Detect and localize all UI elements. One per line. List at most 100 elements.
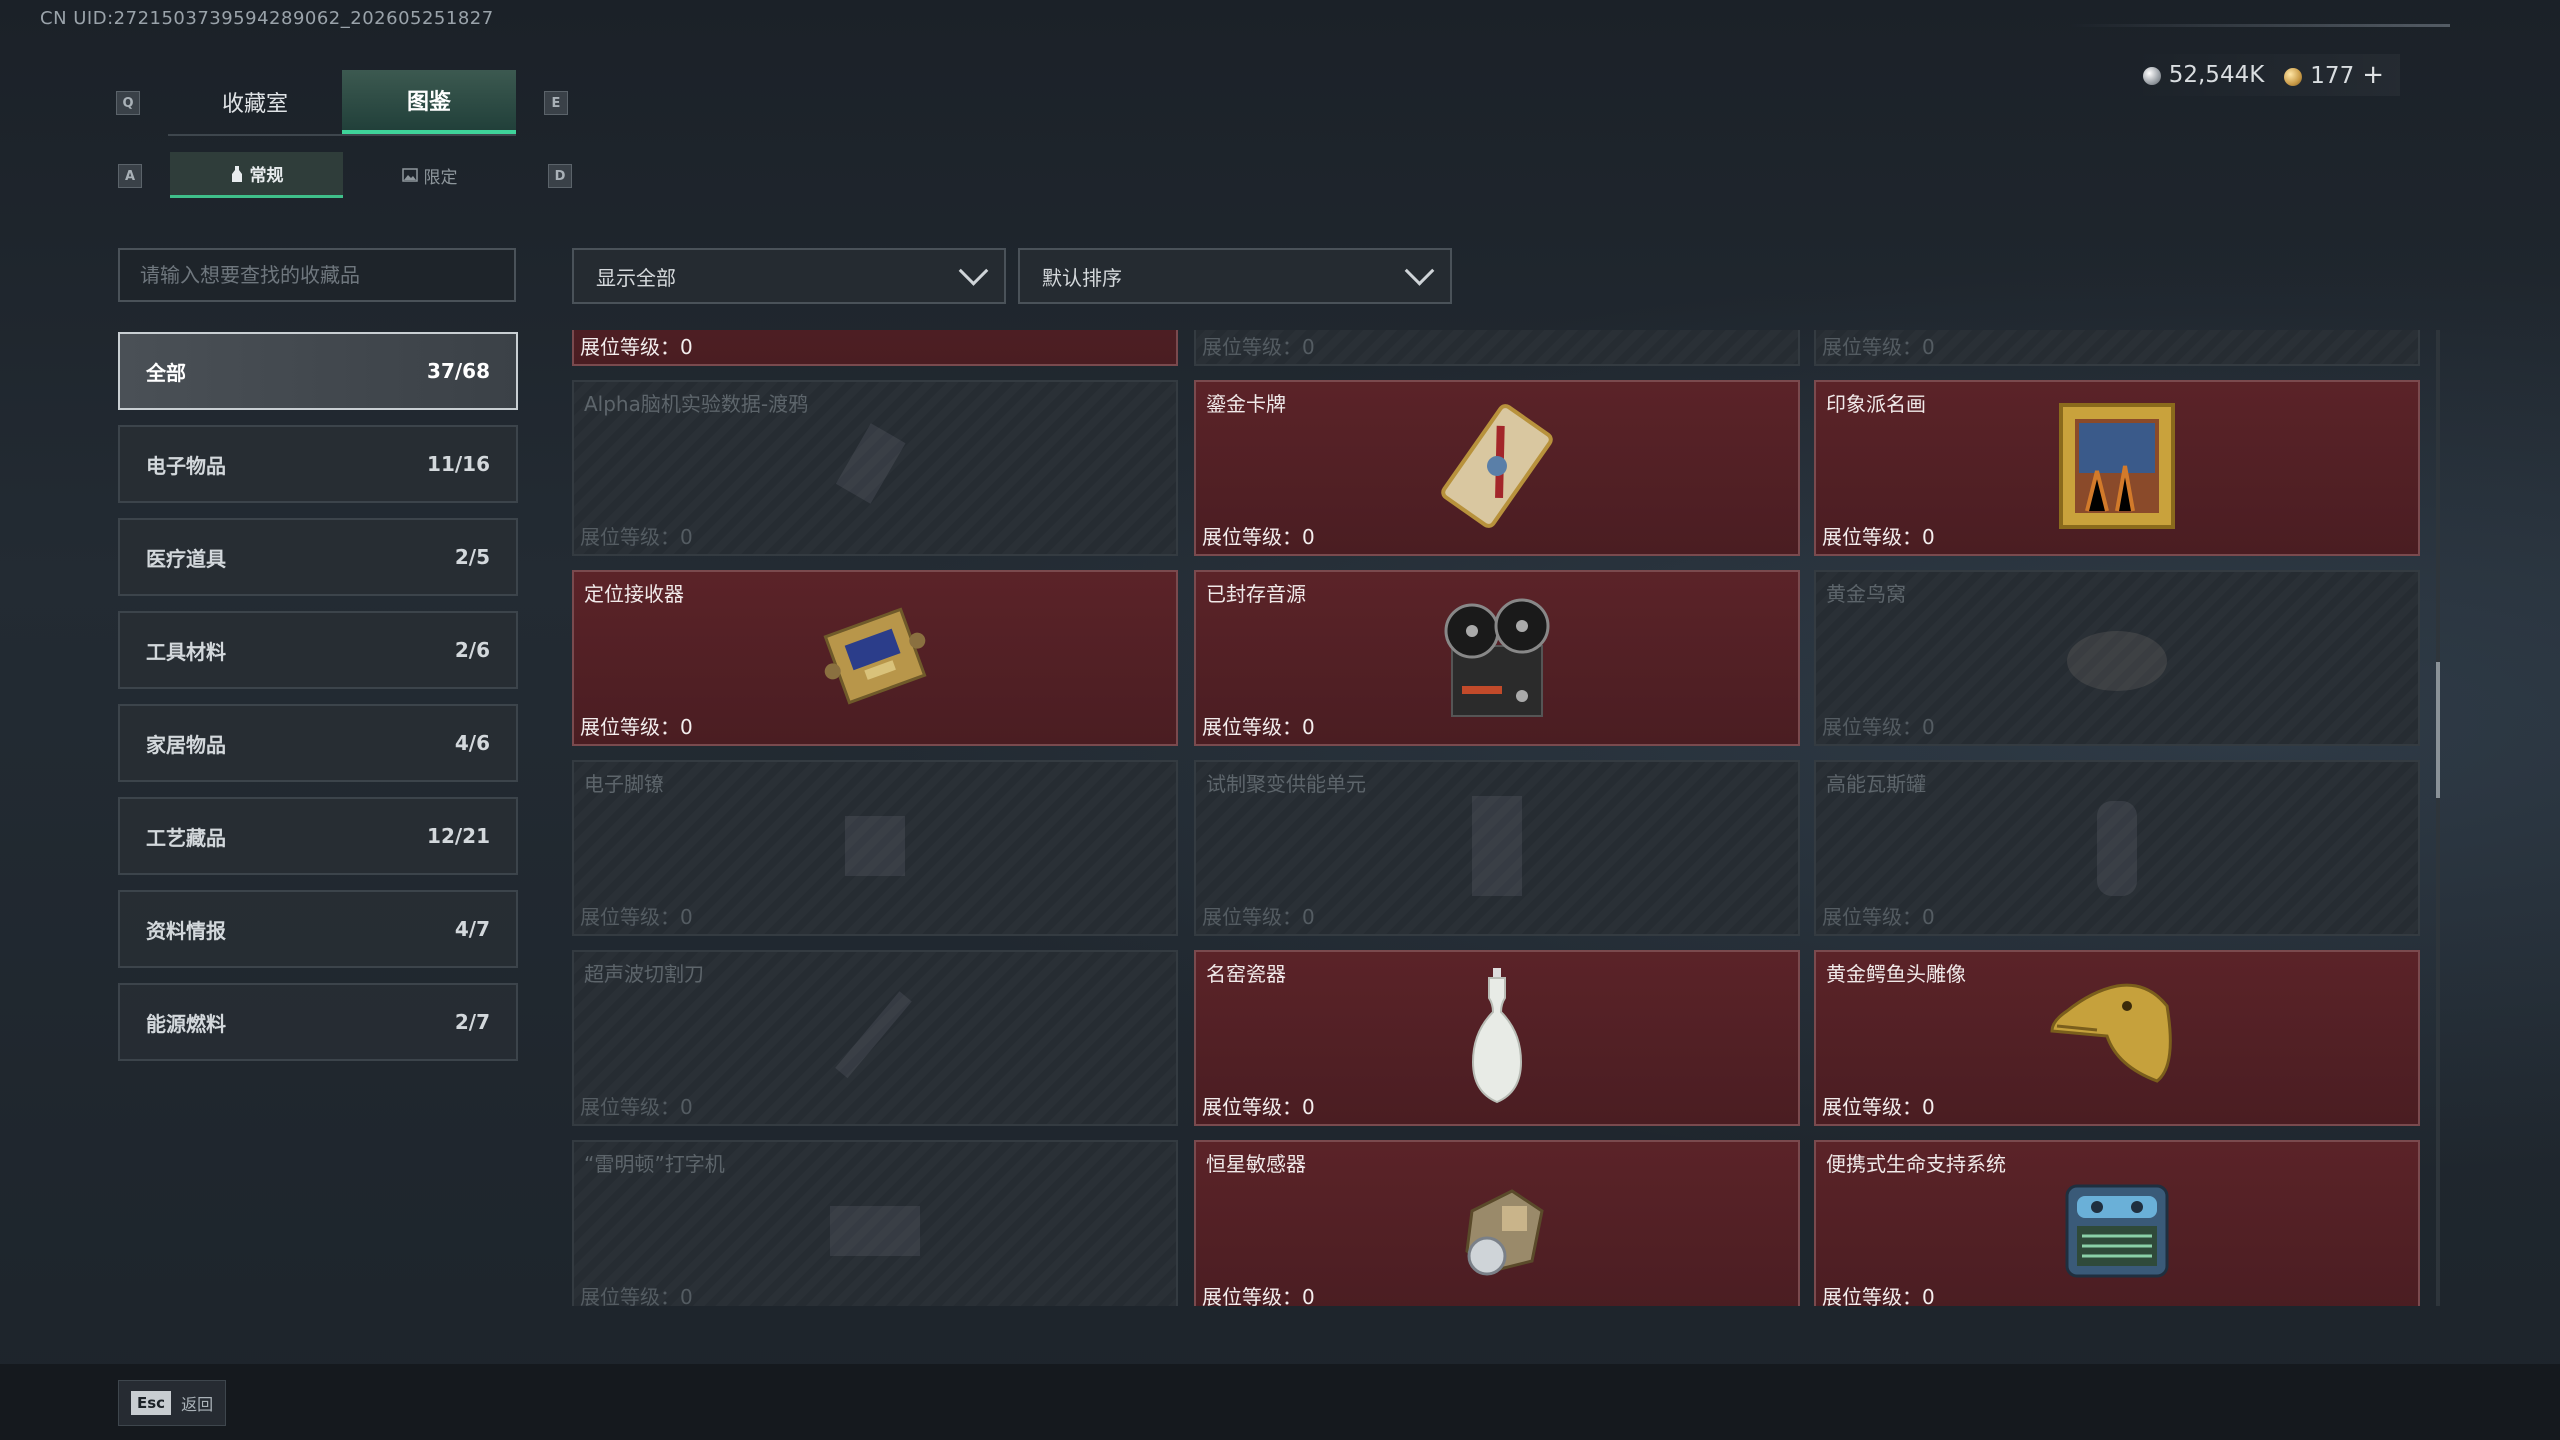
collectible-card[interactable]: 展位等级：0 — [1814, 330, 2420, 366]
booth-level: 展位等级：0 — [580, 335, 693, 359]
top-decoration — [2070, 24, 2450, 27]
collectible-card[interactable]: “雷明顿”打字机展位等级：0 — [572, 1140, 1178, 1306]
sort-selected: 默认排序 — [1042, 265, 1122, 290]
painting-icon — [2057, 401, 2177, 535]
sort-dropdown[interactable]: 默认排序 — [1018, 248, 1452, 304]
collectible-card[interactable]: 试制聚变供能单元展位等级：0 — [1194, 760, 1800, 936]
booth-level: 展位等级：0 — [1822, 1095, 1935, 1119]
booth-level: 展位等级：0 — [1202, 1095, 1315, 1119]
collectible-name: 已封存音源 — [1206, 582, 1306, 606]
booth-level: 展位等级：0 — [1822, 525, 1935, 549]
back-label: 返回 — [181, 1395, 214, 1414]
collectible-name: Alpha脑机实验数据-渡鸦 — [584, 392, 809, 416]
category-intel[interactable]: 资料情报 4/7 — [118, 890, 518, 968]
collectible-name: 超声波切割刀 — [584, 962, 704, 986]
collectible-card[interactable]: 定位接收器展位等级：0 — [572, 570, 1178, 746]
item-grid: 展位等级：0 展位等级：0 展位等级：0 Alpha脑机实验数据-渡鸦 展位等级：0 鎏金… — [572, 330, 2426, 1306]
croc-statue-icon — [2047, 976, 2187, 1100]
category-household[interactable]: 家居物品 4/6 — [118, 704, 518, 782]
collectible-name: 电子脚镣 — [584, 772, 664, 796]
data-drive-icon — [820, 411, 930, 525]
tab-collection-room[interactable]: 收藏室 — [168, 70, 342, 134]
subtab-regular[interactable]: 常规 — [170, 152, 343, 198]
esc-key-hint: Esc — [131, 1391, 172, 1415]
collectible-card[interactable]: Alpha脑机实验数据-渡鸦展位等级：0 — [572, 380, 1178, 556]
gold-currency: 177 + — [2284, 60, 2384, 90]
collectible-card[interactable]: 黄金鸟窝 展位等级：0 — [1814, 570, 2420, 746]
picture-icon — [401, 168, 418, 182]
booth-level: 展位等级：0 — [580, 1095, 693, 1119]
collectible-name: 定位接收器 — [584, 582, 684, 606]
booth-level: 展位等级：0 — [580, 715, 693, 739]
gas-canister-icon — [2062, 786, 2172, 910]
category-crafts[interactable]: 工艺藏品 12/21 — [118, 797, 518, 875]
collectible-card[interactable]: 名窑瓷器展位等级：0 — [1194, 950, 1800, 1126]
sub-tabs: 常规 限定 — [170, 152, 516, 198]
typewriter-icon — [815, 1176, 935, 1280]
category-electronics[interactable]: 电子物品 11/16 — [118, 425, 518, 503]
collectible-card[interactable]: 鎏金卡牌展位等级：0 — [1194, 380, 1800, 556]
collectible-name: 试制聚变供能单元 — [1206, 772, 1366, 796]
collectible-name: 鎏金卡牌 — [1206, 392, 1286, 416]
filter-dropdown[interactable]: 显示全部 — [572, 248, 1006, 304]
collectible-card[interactable]: 印象派名画展位等级：0 — [1814, 380, 2420, 556]
chevron-down-icon — [958, 255, 989, 286]
booth-level: 展位等级：0 — [1202, 525, 1315, 549]
silver-currency: 52,544K — [2142, 62, 2264, 88]
reel-recorder-icon — [1432, 591, 1562, 725]
bottle-icon — [231, 165, 242, 182]
category-energy[interactable]: 能源燃料 2/7 — [118, 983, 518, 1061]
category-tools[interactable]: 工具材料 2/6 — [118, 611, 518, 689]
collectible-card[interactable]: 高能瓦斯罐展位等级：0 — [1814, 760, 2420, 936]
collectible-card[interactable]: 恒星敏感器 展位等级：0 — [1194, 1140, 1800, 1306]
gold-coin-icon — [2284, 67, 2303, 86]
collectible-card[interactable]: 展位等级：0 — [572, 330, 1178, 366]
gilded-card-icon — [1427, 401, 1567, 535]
collectible-name: 名窑瓷器 — [1206, 962, 1286, 986]
tab-catalog[interactable]: 图鉴 — [342, 70, 516, 134]
booth-level: 展位等级：0 — [580, 1285, 693, 1306]
subtab-limited[interactable]: 限定 — [343, 152, 516, 198]
main-tabs: 收藏室 图鉴 — [168, 70, 516, 136]
key-hint-q: Q — [116, 91, 140, 115]
booth-level: 展位等级：0 — [1202, 335, 1315, 359]
back-button[interactable]: Esc 返回 — [118, 1380, 227, 1426]
key-hint-a: A — [118, 164, 142, 188]
booth-level: 展位等级：0 — [1202, 905, 1315, 929]
collectible-card[interactable]: 便携式生命支持系统 展位等级：0 — [1814, 1140, 2420, 1306]
star-sensor-icon — [1442, 1171, 1552, 1285]
key-hint-e: E — [544, 91, 568, 115]
booth-level: 展位等级：0 — [1202, 715, 1315, 739]
collectible-card[interactable]: 黄金鳄鱼头雕像展位等级：0 — [1814, 950, 2420, 1126]
collectible-card[interactable]: 展位等级：0 — [1194, 330, 1800, 366]
category-list: 全部 37/68 电子物品 11/16 医疗道具 2/5 工具材料 2/6 家居物品 4/… — [118, 332, 518, 1076]
search-input[interactable] — [138, 262, 496, 288]
silver-coin-icon — [2142, 66, 2161, 85]
collectible-name: “雷明顿”打字机 — [584, 1152, 725, 1176]
booth-level: 展位等级：0 — [1822, 715, 1935, 739]
booth-level: 展位等级：0 — [1202, 1285, 1315, 1306]
life-support-icon — [2052, 1166, 2182, 1290]
search-field[interactable] — [118, 248, 516, 302]
scrollbar-thumb[interactable] — [2436, 662, 2440, 798]
currency-bar: 52,544K 177 + — [2126, 54, 2400, 96]
collectible-name: 高能瓦斯罐 — [1826, 772, 1926, 796]
collectible-name: 黄金鳄鱼头雕像 — [1826, 962, 1966, 986]
collectible-name: 印象派名画 — [1826, 392, 1926, 416]
collectible-card[interactable]: 已封存音源展位等级：0 — [1194, 570, 1800, 746]
add-currency-button[interactable]: + — [2362, 60, 2384, 90]
category-all[interactable]: 全部 37/68 — [118, 332, 518, 410]
collectible-card[interactable]: 超声波切割刀展位等级：0 — [572, 950, 1178, 1126]
fusion-cell-icon — [1442, 786, 1552, 910]
booth-level: 展位等级：0 — [1822, 905, 1935, 929]
ultrasonic-knife-icon — [820, 981, 930, 1095]
collectible-name: 便携式生命支持系统 — [1826, 1152, 2006, 1176]
booth-level: 展位等级：0 — [580, 905, 693, 929]
booth-level: 展位等级：0 — [1822, 335, 1935, 359]
category-medical[interactable]: 医疗道具 2/5 — [118, 518, 518, 596]
grid-scrollbar[interactable] — [2436, 330, 2440, 1306]
player-uid: CN UID:272150373959428906​2_202605251827 — [40, 8, 494, 29]
booth-level: 展位等级：0 — [580, 525, 693, 549]
receiver-icon — [810, 596, 940, 720]
collectible-card[interactable]: 电子脚镣展位等级：0 — [572, 760, 1178, 936]
